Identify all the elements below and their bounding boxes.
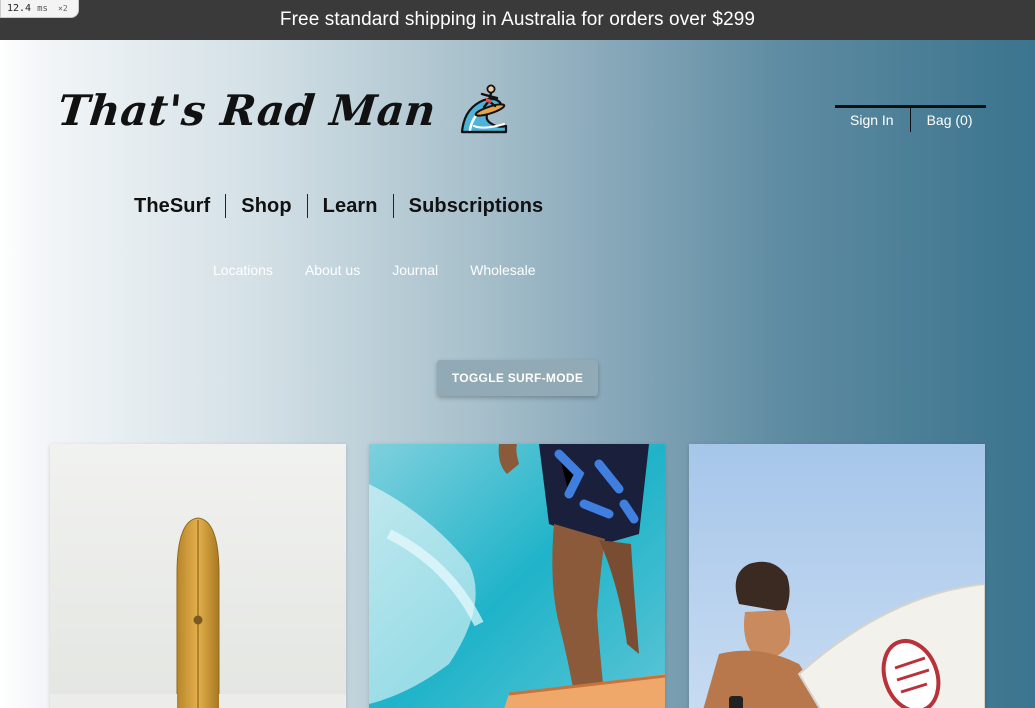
sub-nav-wholesale[interactable]: Wholesale [470, 262, 535, 278]
product-card-surfer[interactable] [689, 444, 985, 708]
brand-name: That's Rad Man [55, 86, 439, 135]
yellow-surfboard-photo [50, 444, 346, 708]
surfer-wave-icon [458, 84, 510, 141]
perf-unit: ms [37, 4, 48, 14]
product-card-boardshorts[interactable] [369, 444, 665, 708]
toggle-surf-mode-button[interactable]: TOGGLE SURF-MODE [437, 360, 598, 396]
performance-badge: 12.4 ms ×2 [0, 0, 79, 18]
nav-divider [306, 194, 308, 218]
account-nav: Sign In Bag (0) [835, 105, 986, 132]
nav-item-thesurf[interactable]: TheSurf [134, 195, 210, 218]
perf-multiplier: ×2 [58, 4, 68, 13]
product-card-surfboard[interactable] [50, 444, 346, 708]
nav-divider [392, 194, 394, 218]
sub-nav-about-us[interactable]: About us [305, 262, 360, 278]
sub-nav: Locations About us Journal Wholesale [213, 262, 568, 278]
promo-amount: $299 [712, 9, 756, 30]
surfer-holding-board-photo [689, 444, 985, 708]
nav-item-subscriptions[interactable]: Subscriptions [409, 195, 544, 218]
promo-banner: Free standard shipping in Australia for … [0, 0, 1035, 40]
bag-link[interactable]: Bag (0) [927, 112, 973, 128]
nav-divider [225, 194, 227, 218]
hero-section: That's Rad Man Sign In Bag (0) TheSurf S… [0, 40, 1035, 708]
nav-item-learn[interactable]: Learn [323, 195, 378, 218]
perf-value: 12.4 [7, 3, 32, 14]
sub-nav-locations[interactable]: Locations [213, 262, 273, 278]
surfer-legs-on-board-photo [369, 444, 665, 708]
brand-logo[interactable]: That's Rad Man [55, 80, 510, 141]
nav-item-shop[interactable]: Shop [241, 195, 291, 218]
sign-in-link[interactable]: Sign In [850, 112, 894, 128]
sub-nav-journal[interactable]: Journal [392, 262, 438, 278]
main-nav: TheSurf Shop Learn Subscriptions [134, 194, 543, 218]
account-divider [909, 108, 911, 132]
promo-text: Free standard shipping in Australia for … [279, 9, 707, 30]
